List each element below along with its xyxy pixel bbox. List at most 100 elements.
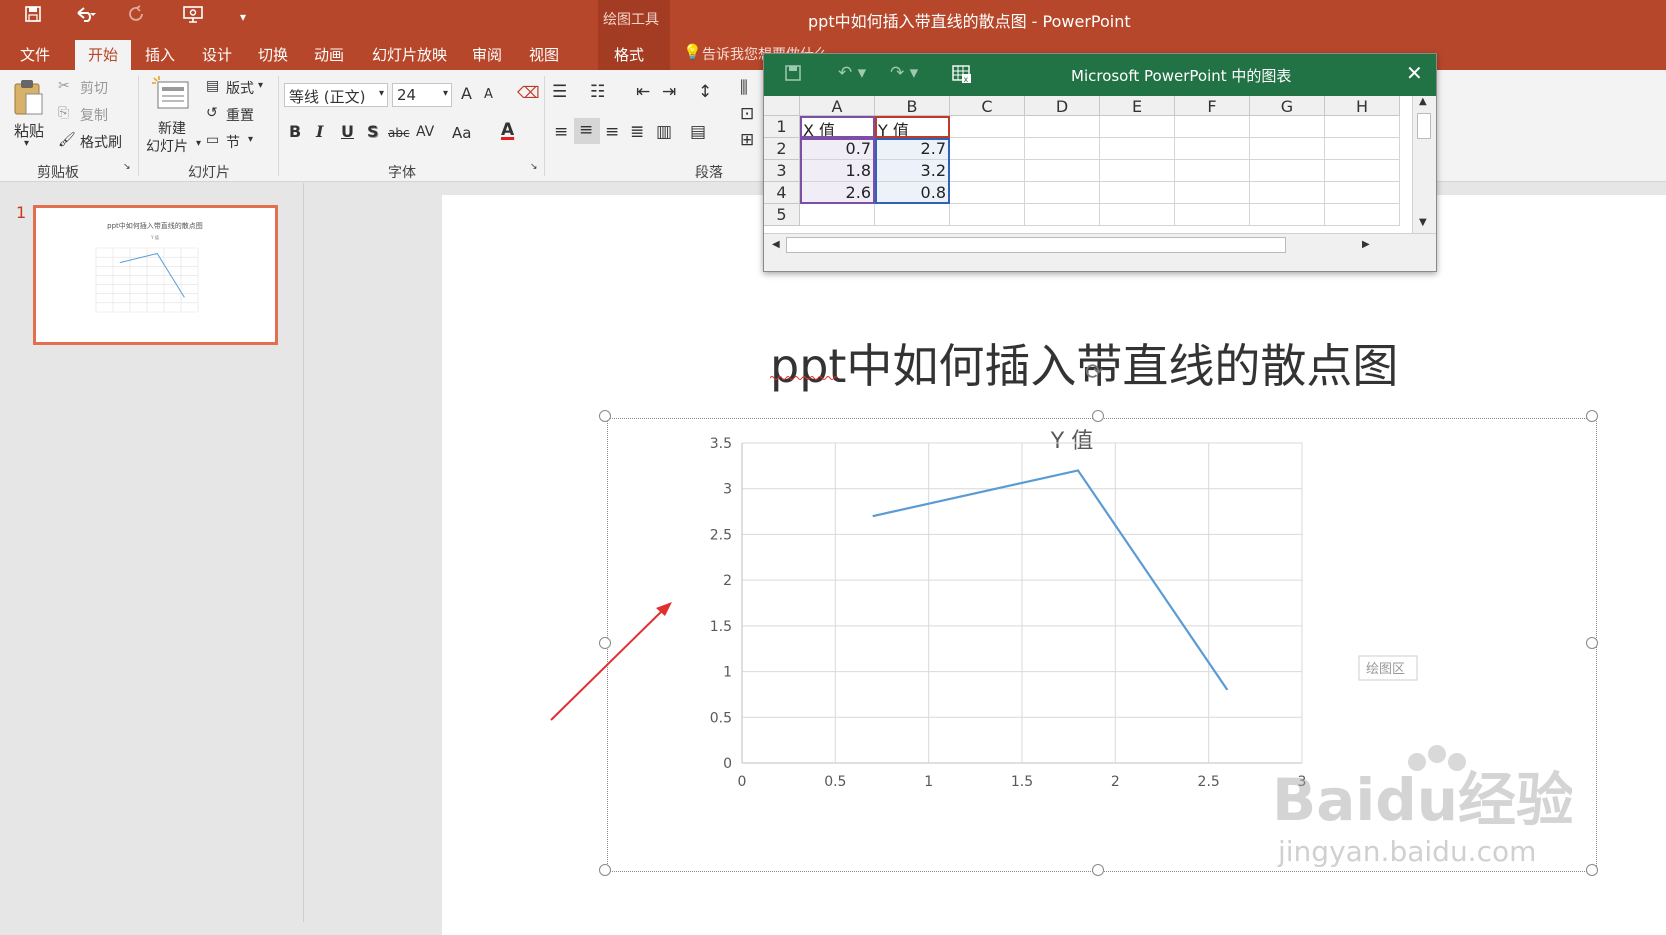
tab-format[interactable]: 格式 xyxy=(614,44,644,65)
decrease-indent-icon[interactable]: ⇤ xyxy=(636,82,650,102)
row-header[interactable]: 5 xyxy=(764,204,800,226)
grid-cell[interactable] xyxy=(950,138,1025,160)
grid-cell[interactable]: X 值 xyxy=(800,116,875,138)
chevron-down-icon[interactable]: ▾ xyxy=(24,138,29,149)
tab-view[interactable]: 视图 xyxy=(529,44,559,65)
grid-cell[interactable] xyxy=(1325,204,1400,226)
layout-icon[interactable]: ▤ xyxy=(206,78,219,94)
column-header[interactable]: G xyxy=(1250,96,1325,116)
char-spacing-button[interactable]: AV xyxy=(416,124,434,140)
grid-cell[interactable] xyxy=(1025,160,1100,182)
shrink-font-button[interactable]: A xyxy=(484,87,493,102)
align-right-icon[interactable]: ≡ xyxy=(605,122,619,142)
resize-handle[interactable] xyxy=(1586,864,1598,876)
grid-cell[interactable]: 0.8 xyxy=(875,182,950,204)
columns-icon[interactable]: ▤ xyxy=(690,122,706,142)
chevron-down-icon[interactable]: ▾ xyxy=(248,134,253,145)
increase-indent-icon[interactable]: ⇥ xyxy=(662,82,676,102)
chart-title[interactable]: Y 值 xyxy=(1050,429,1093,454)
grid-cell[interactable] xyxy=(1250,160,1325,182)
scroll-left-icon[interactable]: ◀ xyxy=(772,239,780,250)
grid-cell[interactable]: 2.6 xyxy=(800,182,875,204)
resize-handle[interactable] xyxy=(1092,864,1104,876)
grid-cell[interactable] xyxy=(950,182,1025,204)
undo-icon[interactable]: ↶ ▾ xyxy=(838,63,866,83)
grid-cell[interactable] xyxy=(1175,204,1250,226)
grid-cell[interactable] xyxy=(950,204,1025,226)
column-header[interactable]: D xyxy=(1025,96,1100,116)
column-header[interactable]: A xyxy=(800,96,875,116)
horizontal-scrollbar[interactable]: ◀ ▶ xyxy=(764,233,1436,271)
dialog-launcher-icon[interactable]: ↘ xyxy=(123,162,131,172)
dialog-launcher-icon[interactable]: ↘ xyxy=(530,162,538,172)
customize-icon[interactable]: ▾ xyxy=(240,10,246,24)
grid-cell[interactable] xyxy=(1100,138,1175,160)
scroll-down-icon[interactable]: ▼ xyxy=(1419,217,1427,228)
tab-file[interactable]: 文件 xyxy=(20,44,50,65)
redo-icon[interactable] xyxy=(128,5,146,28)
reset-button[interactable]: 重置 xyxy=(226,105,254,125)
grid-cell[interactable] xyxy=(1325,160,1400,182)
excel-chart-data-window[interactable]: ↶ ▾ ↷ ▾ x Microsoft PowerPoint 中的图表 ✕ AB… xyxy=(763,53,1437,272)
grid-cell[interactable] xyxy=(1325,116,1400,138)
scrollbar-thumb[interactable] xyxy=(1417,113,1431,139)
justify-icon[interactable]: ≣ xyxy=(630,122,644,142)
slide-thumbnail[interactable]: ppt中如何插入带直线的散点图 Y 值 xyxy=(33,205,278,345)
tab-slideshow[interactable]: 幻灯片放映 xyxy=(372,44,447,65)
paste-icon[interactable] xyxy=(12,78,46,122)
grid-cell[interactable] xyxy=(1100,116,1175,138)
grid-cell[interactable] xyxy=(1175,138,1250,160)
edit-in-excel-icon[interactable]: x xyxy=(952,64,972,88)
column-header[interactable]: C xyxy=(950,96,1025,116)
resize-handle[interactable] xyxy=(1092,410,1104,422)
section-icon[interactable]: ▭ xyxy=(206,132,219,148)
save-icon[interactable] xyxy=(24,5,42,28)
grid-cell[interactable] xyxy=(950,116,1025,138)
format-painter-button[interactable]: 格式刷 xyxy=(80,132,122,152)
row-header[interactable]: 4 xyxy=(764,182,800,204)
resize-handle[interactable] xyxy=(1586,410,1598,422)
grid-cell[interactable] xyxy=(1175,160,1250,182)
resize-handle[interactable] xyxy=(599,864,611,876)
column-header[interactable]: B xyxy=(875,96,950,116)
scrollbar-thumb[interactable] xyxy=(786,237,1286,253)
tab-insert[interactable]: 插入 xyxy=(145,44,175,65)
resize-handle[interactable] xyxy=(599,410,611,422)
grid-cell[interactable] xyxy=(1100,160,1175,182)
shadow-button[interactable]: S xyxy=(367,122,379,141)
strikethrough-button[interactable]: abc xyxy=(388,126,410,140)
grid-cell[interactable] xyxy=(1175,116,1250,138)
grid-cell[interactable] xyxy=(950,160,1025,182)
tab-animations[interactable]: 动画 xyxy=(314,44,344,65)
grid-cell[interactable] xyxy=(1250,182,1325,204)
undo-icon[interactable] xyxy=(74,5,98,28)
grid-cell[interactable] xyxy=(1325,138,1400,160)
grid-cell[interactable]: 3.2 xyxy=(875,160,950,182)
smartart-icon[interactable]: ⊞ xyxy=(740,130,754,150)
resize-handle[interactable] xyxy=(1586,637,1598,649)
redo-icon[interactable]: ↷ ▾ xyxy=(890,63,918,83)
tab-design[interactable]: 设计 xyxy=(202,44,232,65)
new-slide-icon[interactable] xyxy=(152,76,192,116)
vertical-scrollbar[interactable]: ▲ ▼ xyxy=(1412,96,1436,233)
bullets-icon[interactable]: ☰ xyxy=(552,82,567,102)
align-left-icon[interactable]: ≡ xyxy=(554,122,568,142)
grid-cell[interactable] xyxy=(1250,116,1325,138)
scroll-right-icon[interactable]: ▶ xyxy=(1362,239,1370,250)
chevron-down-icon[interactable]: ▾ xyxy=(196,138,201,149)
clear-formatting-icon[interactable]: ⌫ xyxy=(517,83,540,102)
save-icon[interactable] xyxy=(784,64,802,86)
grid-cell[interactable]: Y 值 xyxy=(875,116,950,138)
grid-cell[interactable] xyxy=(1025,138,1100,160)
section-button[interactable]: 节 xyxy=(226,132,240,152)
column-header[interactable]: H xyxy=(1325,96,1400,116)
grid-cell[interactable] xyxy=(800,204,875,226)
cut-button[interactable]: 剪切 xyxy=(80,78,108,98)
select-all-corner[interactable] xyxy=(764,96,800,116)
grid-cell[interactable] xyxy=(1025,116,1100,138)
format-painter-icon[interactable]: 🖌 xyxy=(58,132,76,148)
bold-button[interactable]: B xyxy=(289,122,301,141)
italic-button[interactable]: I xyxy=(316,122,323,141)
grid-cell[interactable] xyxy=(1175,182,1250,204)
grid-cell[interactable]: 0.7 xyxy=(800,138,875,160)
